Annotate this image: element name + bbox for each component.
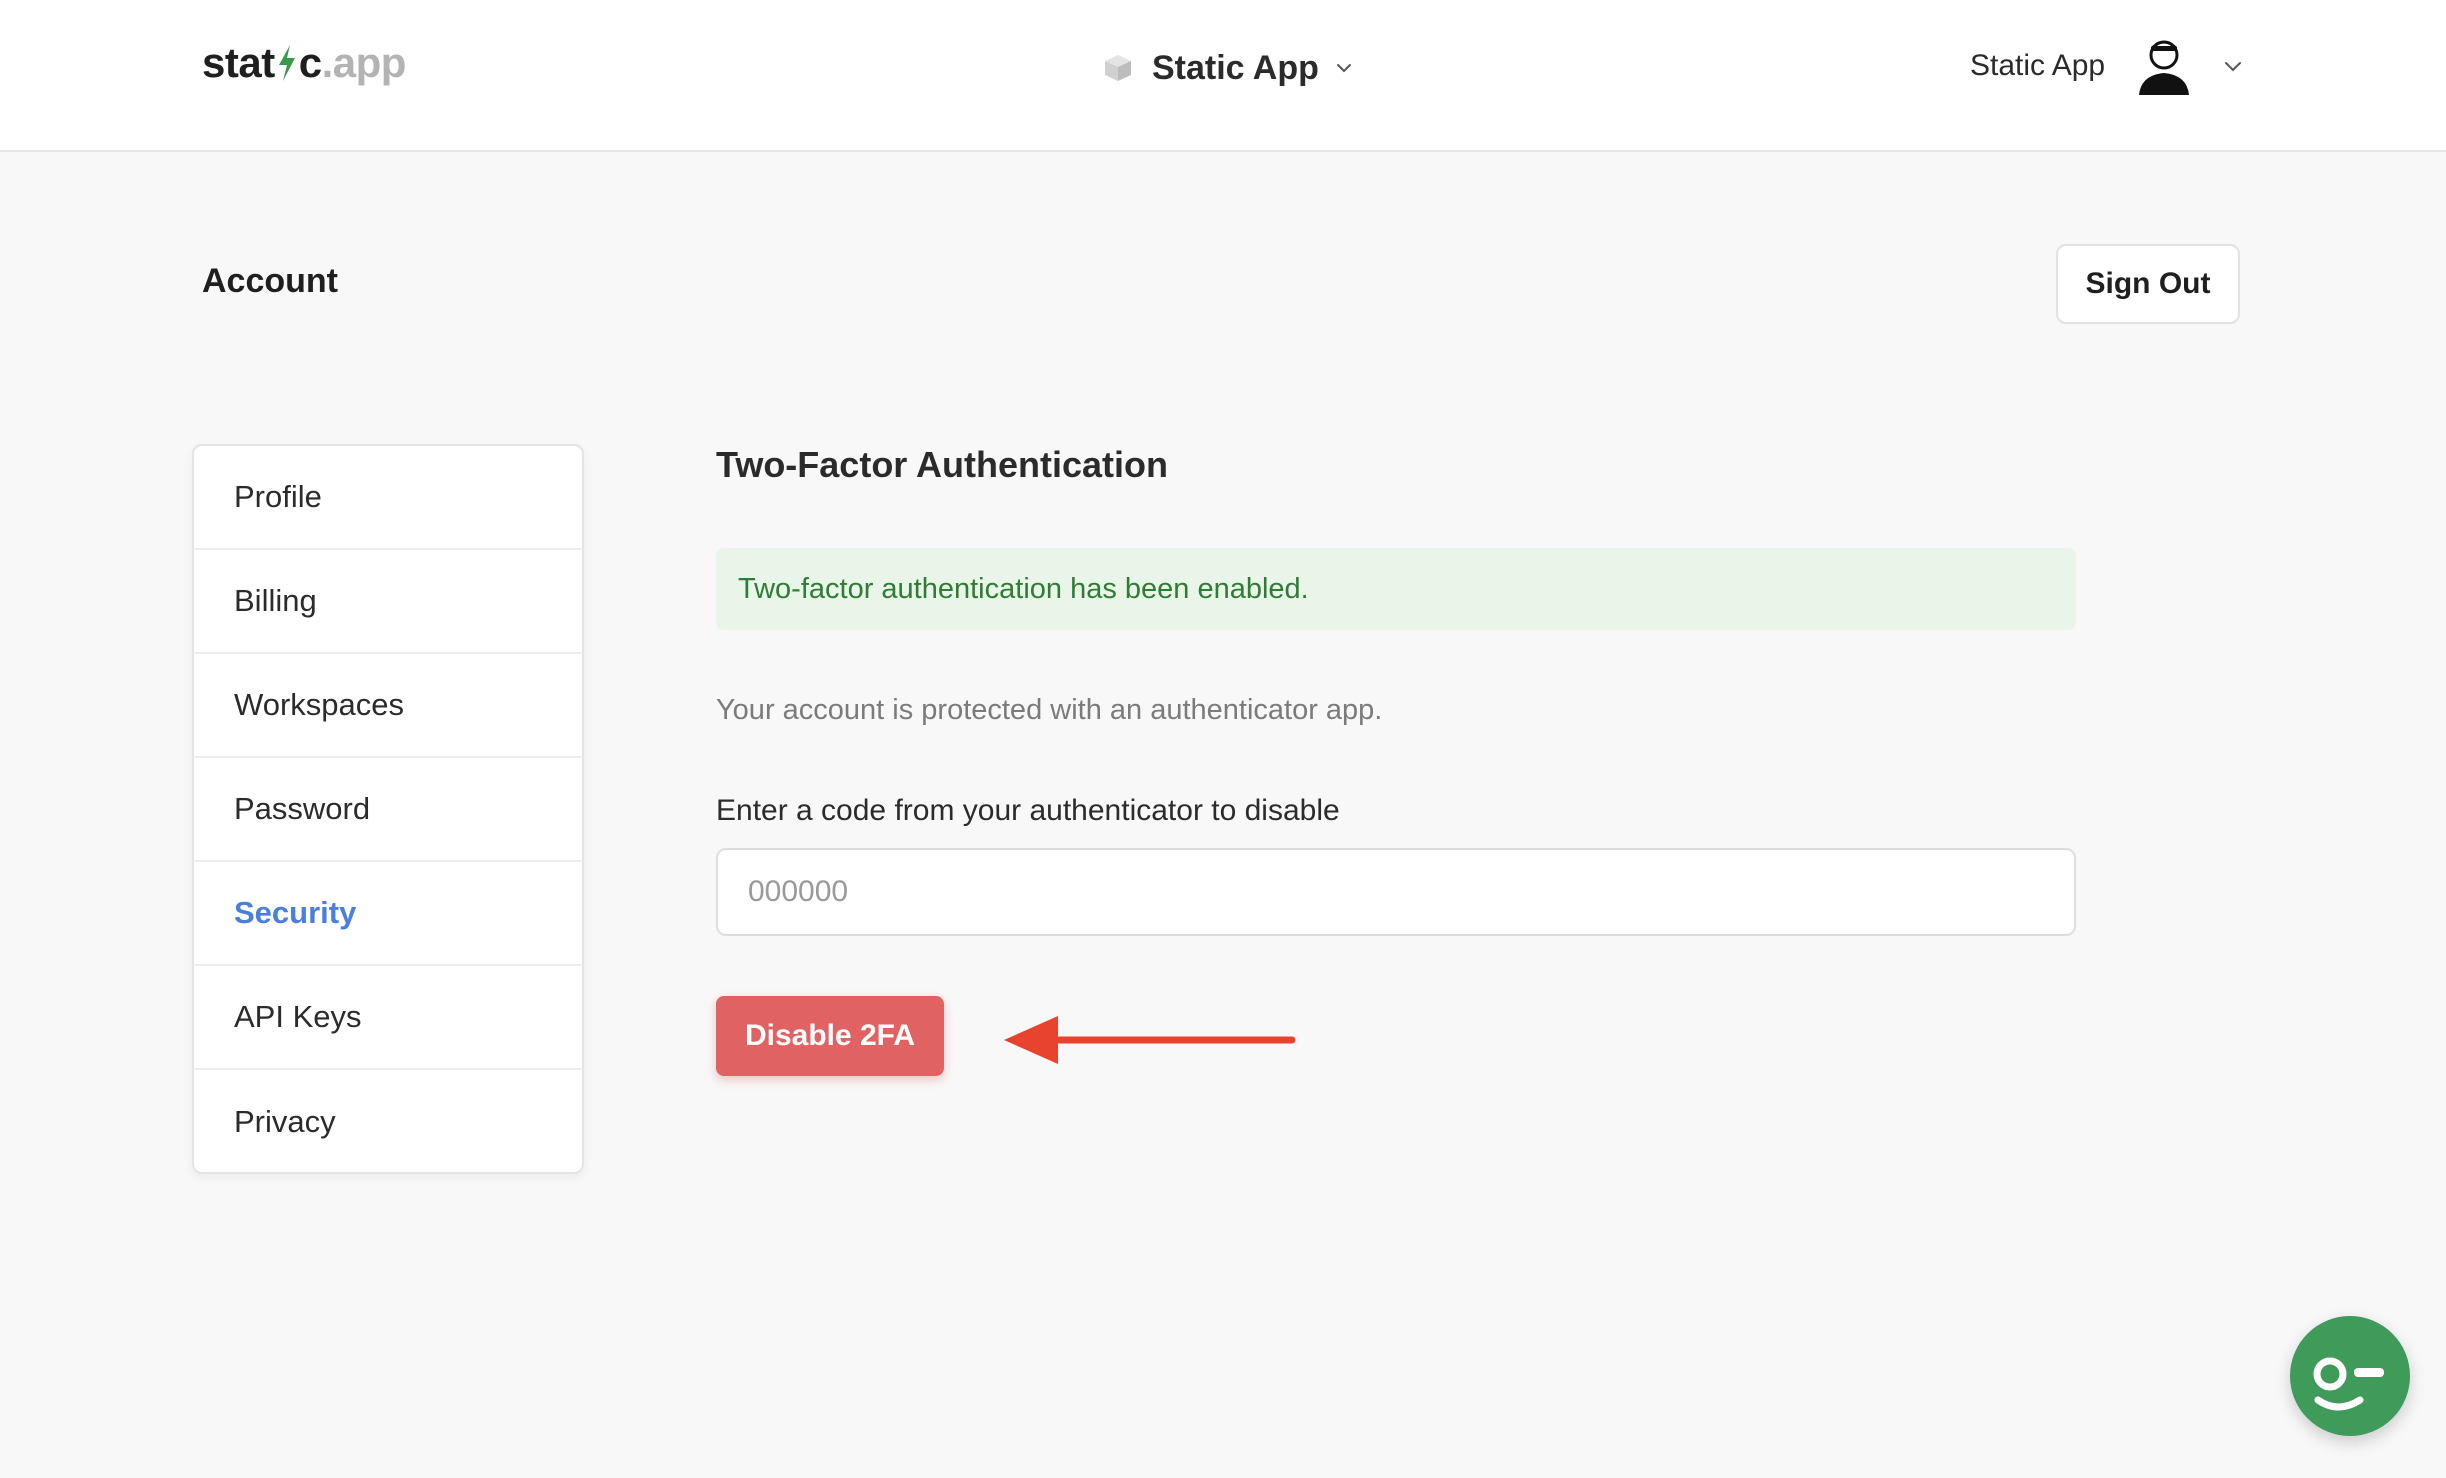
sign-out-button[interactable]: Sign Out xyxy=(2056,244,2240,324)
disable-2fa-button[interactable]: Disable 2FA xyxy=(716,996,944,1076)
protection-description: Your account is protected with an authen… xyxy=(716,694,1383,726)
sidebar-item-api-keys[interactable]: API Keys xyxy=(194,966,582,1070)
user-menu[interactable]: Static App xyxy=(1970,30,2245,102)
chat-support-icon xyxy=(2313,1357,2384,1411)
workspace-name: Static App xyxy=(1152,48,1319,87)
section-title: Two-Factor Authentication xyxy=(716,444,1168,485)
success-alert: Two-factor authentication has been enabl… xyxy=(716,548,2076,630)
sidebar-item-security[interactable]: Security xyxy=(194,862,582,966)
page-title: Account xyxy=(202,262,338,300)
chevron-down-icon xyxy=(2225,62,2242,72)
account-sidebar: Profile Billing Workspaces Password Secu… xyxy=(192,444,584,1174)
sidebar-item-privacy[interactable]: Privacy xyxy=(194,1070,582,1172)
avatar xyxy=(2131,33,2198,99)
sidebar-item-workspaces[interactable]: Workspaces xyxy=(194,654,582,758)
annotation-arrow-icon xyxy=(1004,1016,1296,1064)
chevron-down-icon xyxy=(1336,64,1351,73)
sidebar-item-billing[interactable]: Billing xyxy=(194,550,582,654)
sidebar-item-profile[interactable]: Profile xyxy=(194,446,582,550)
code-field-label: Enter a code from your authenticator to … xyxy=(716,794,1340,827)
workspace-switcher[interactable]: Static App xyxy=(1102,46,1355,90)
top-header: stat c .app Static App Static App xyxy=(0,0,2446,152)
chat-widget-button[interactable] xyxy=(2290,1316,2410,1436)
app-logo[interactable]: stat c .app xyxy=(202,38,406,88)
cube-icon xyxy=(1105,55,1131,81)
user-name: Static App xyxy=(1970,49,2106,82)
authenticator-code-input[interactable] xyxy=(716,848,2076,936)
sidebar-item-password[interactable]: Password xyxy=(194,758,582,862)
lightning-bolt-icon xyxy=(278,45,295,81)
